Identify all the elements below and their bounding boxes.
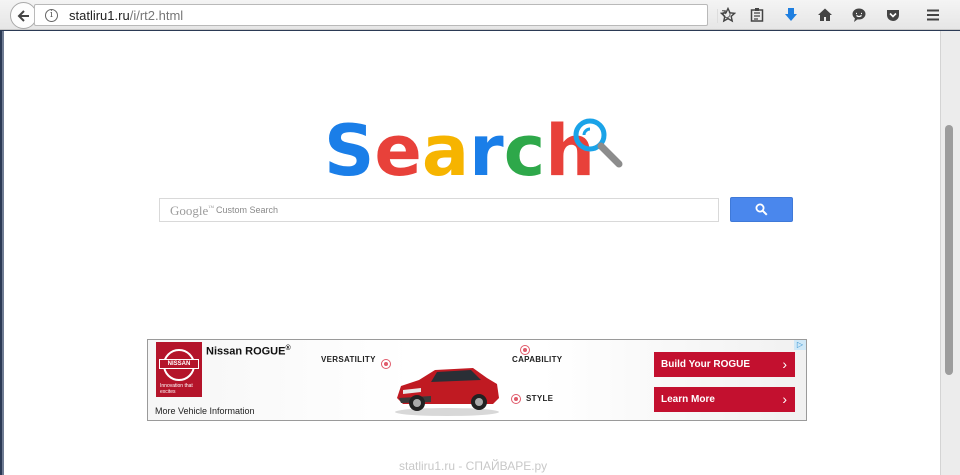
home-icon[interactable]	[814, 4, 836, 26]
google-brand: Google™	[170, 203, 214, 219]
reading-list-icon[interactable]	[746, 4, 768, 26]
search-icon	[755, 203, 768, 216]
browser-toolbar: i statliru1.ru/i/rt2.html ↻	[0, 0, 960, 30]
feature-style[interactable]: STYLE	[526, 394, 553, 403]
search-button[interactable]	[730, 197, 793, 222]
google-brand-text: Google	[170, 203, 209, 218]
google-brand-mark: ™	[208, 205, 215, 212]
build-your-rogue-button[interactable]: Build Your ROGUE ›	[654, 352, 795, 377]
build-button-label: Build Your ROGUE	[661, 359, 751, 370]
hotspot-style[interactable]	[511, 394, 521, 404]
chevron-right-icon: ›	[782, 356, 787, 372]
logo-letter: a	[421, 110, 470, 192]
menu-icon[interactable]	[922, 4, 944, 26]
chat-icon[interactable]	[848, 4, 870, 26]
chevron-right-icon: ›	[782, 391, 787, 407]
magnifier-logo-icon	[573, 118, 623, 168]
more-vehicle-info-link[interactable]: More Vehicle Information	[155, 406, 255, 416]
nissan-rogue-car-image[interactable]	[391, 358, 503, 418]
feature-versatility[interactable]: VERSATILITY	[321, 355, 376, 364]
nissan-ad-banner[interactable]: NISSAN Innovation that excites Nissan RO…	[147, 339, 807, 421]
hotspot-versatility[interactable]	[381, 359, 391, 369]
back-arrow-icon	[17, 9, 29, 22]
learn-more-button[interactable]: Learn More ›	[654, 387, 795, 412]
learn-more-label: Learn More	[661, 394, 715, 405]
adchoices-icon[interactable]: ▷	[794, 340, 806, 350]
ad-title-mark: ®	[285, 345, 291, 352]
pocket-icon[interactable]	[882, 4, 904, 26]
logo-letter: r	[469, 110, 504, 192]
feature-capability[interactable]: CAPABILITY	[512, 355, 562, 364]
hotspot-capability[interactable]	[520, 345, 530, 355]
nissan-logo-bar: NISSAN	[159, 359, 199, 369]
back-button[interactable]	[10, 2, 37, 29]
page-viewport: Search Google™ Custom Search NISSAN Inno…	[2, 31, 940, 475]
url-domain: statliru1.ru	[69, 8, 130, 23]
ad-title[interactable]: Nissan ROGUE®	[206, 345, 291, 358]
logo-letter: S	[324, 110, 375, 192]
logo-letter: c	[503, 110, 546, 192]
nissan-logo[interactable]: NISSAN Innovation that excites	[156, 342, 202, 397]
ad-title-text: Nissan ROGUE	[206, 345, 286, 358]
logo-letter: e	[374, 110, 422, 192]
download-icon[interactable]	[780, 4, 802, 26]
site-info-icon[interactable]: i	[45, 9, 58, 22]
search-placeholder: Custom Search	[216, 205, 279, 215]
search-logo: Search	[324, 111, 595, 191]
star-icon[interactable]	[717, 4, 739, 26]
vertical-scrollbar[interactable]	[940, 31, 960, 475]
nissan-tagline: Innovation that excites	[160, 383, 193, 395]
url-bar[interactable]: i statliru1.ru/i/rt2.html ↻	[34, 4, 732, 26]
search-input[interactable]: Google™ Custom Search	[159, 198, 719, 222]
scrollbar-thumb[interactable]	[945, 125, 953, 375]
url-path: /i/rt2.html	[129, 8, 184, 23]
footer-watermark: statliru1.ru - СПАЙВАРЕ.ру	[399, 459, 548, 473]
url-text[interactable]: statliru1.ru/i/rt2.html	[69, 8, 183, 23]
